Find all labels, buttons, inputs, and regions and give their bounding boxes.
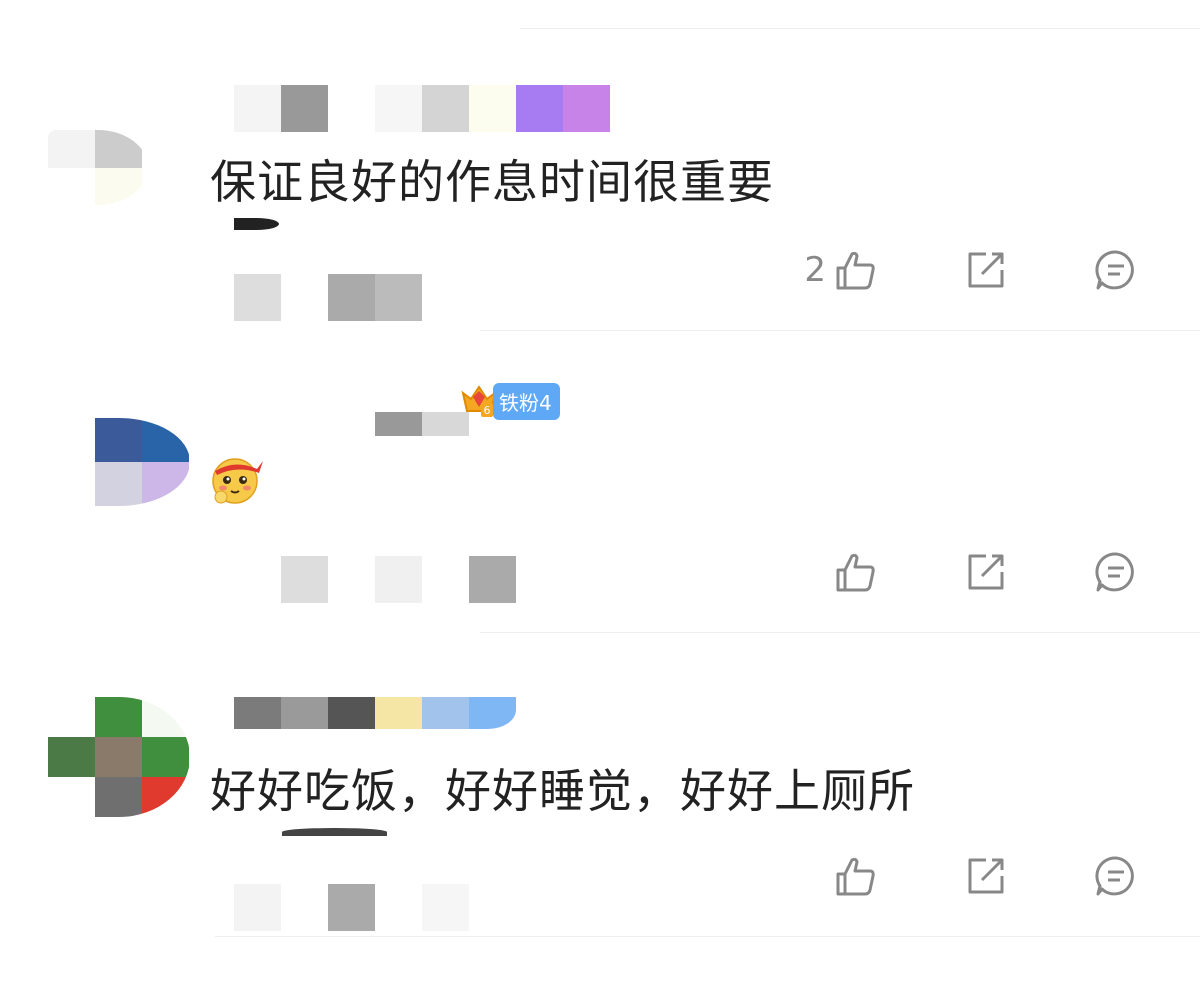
time-mark — [282, 828, 387, 836]
fan-badge: 6 铁粉4 — [459, 381, 560, 421]
reply-bubble-icon[interactable] — [1092, 548, 1140, 596]
reply-bubble-icon[interactable] — [1092, 852, 1140, 900]
top-divider — [520, 28, 1200, 29]
blushing-emoji-icon — [207, 453, 267, 505]
action-bar: 2 — [790, 246, 1140, 294]
comment-divider — [480, 632, 1200, 633]
share-icon[interactable] — [962, 548, 1010, 596]
avatar[interactable] — [48, 418, 190, 506]
username-mosaic — [234, 85, 610, 132]
comment-divider — [480, 330, 1200, 331]
thumbs-up-icon — [832, 852, 880, 900]
like-count: 2 — [804, 250, 826, 290]
meta-mosaic — [234, 274, 422, 321]
thumbs-up-icon — [832, 246, 880, 294]
comment-text: 保证良好的作息时间很重要 — [210, 155, 774, 209]
share-icon[interactable] — [962, 246, 1010, 294]
thumbs-up-icon — [832, 548, 880, 596]
action-bar — [790, 548, 1140, 596]
share-icon[interactable] — [962, 852, 1010, 900]
avatar[interactable] — [48, 697, 190, 817]
comment-divider — [215, 936, 1200, 937]
action-bar — [790, 852, 1140, 900]
meta-mosaic — [234, 884, 469, 931]
avatar[interactable] — [48, 130, 148, 205]
username-mosaic — [234, 412, 469, 436]
fan-badge-label: 铁粉4 — [493, 382, 560, 420]
time-mark — [234, 218, 279, 230]
meta-mosaic — [281, 556, 516, 603]
like-button[interactable] — [790, 852, 880, 900]
reply-bubble-icon[interactable] — [1092, 246, 1140, 294]
svg-text:6: 6 — [484, 404, 491, 417]
comment-text: 好好吃饭，好好睡觉，好好上厕所 — [210, 764, 915, 818]
like-button[interactable]: 2 — [790, 246, 880, 294]
like-button[interactable] — [790, 548, 880, 596]
username-mosaic — [234, 697, 516, 729]
